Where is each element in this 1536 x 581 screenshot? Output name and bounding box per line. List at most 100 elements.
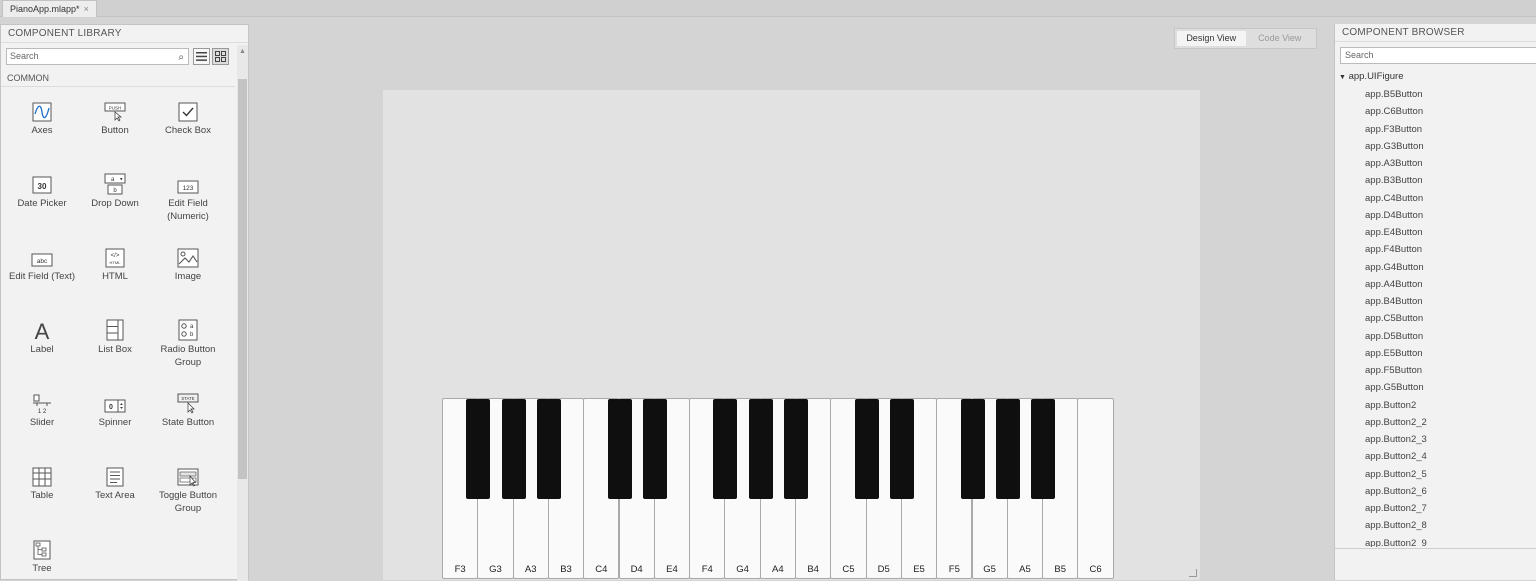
tree-item[interactable]: app.Button2_9	[1365, 538, 1427, 548]
piano-black-key[interactable]	[713, 399, 738, 499]
design-canvas[interactable]: Design View Code View F3 G3 A3 B3 C4 D4 E4 F4 G4…	[249, 17, 1334, 580]
component-date-picker[interactable]: 30 Date Picker	[5, 173, 79, 210]
tree-icon	[33, 540, 51, 560]
tree-item[interactable]: app.Button2	[1365, 400, 1416, 411]
tree-item[interactable]: app.C5Button	[1365, 313, 1423, 324]
piano-black-key[interactable]	[995, 399, 1020, 499]
tree-item[interactable]: app.Button2_6	[1365, 486, 1427, 497]
component-spinner[interactable]: 0 Spinner	[78, 392, 152, 429]
tree-item[interactable]: app.B3Button	[1365, 175, 1423, 186]
piano-key-label: D4	[630, 564, 643, 575]
component-drop-down[interactable]: a ▾ b Drop Down	[78, 173, 152, 210]
tree-root-label: app.UIFigure	[1348, 71, 1404, 82]
piano-black-key[interactable]	[501, 399, 526, 499]
library-search-input[interactable]: Search ⌕	[6, 48, 189, 65]
component-browser-panel: COMPONENT BROWSER Search ▼ app.UIFigure …	[1334, 24, 1536, 580]
piano-key-label: C4	[595, 564, 608, 575]
tree-item[interactable]: app.F3Button	[1365, 124, 1422, 135]
tree-item[interactable]: app.G3Button	[1365, 141, 1424, 152]
component-list-box[interactable]: List Box	[78, 319, 152, 356]
piano-black-key[interactable]	[889, 399, 914, 499]
component-label: Tree	[32, 563, 52, 574]
tree-root-node[interactable]: ▼ app.UIFigure	[1339, 71, 1404, 82]
tree-item[interactable]: app.Button2_8	[1365, 520, 1427, 531]
component-table[interactable]: Table	[5, 465, 79, 502]
list-view-button[interactable]	[193, 48, 210, 65]
tree-item[interactable]: app.A3Button	[1365, 158, 1423, 169]
state-button-icon: STATE	[177, 393, 199, 414]
numeric-text: 123	[183, 185, 194, 192]
tree-item[interactable]: app.D4Button	[1365, 210, 1423, 221]
piano-black-key[interactable]	[960, 399, 985, 499]
tree-item[interactable]: app.C4Button	[1365, 193, 1423, 204]
piano-black-key[interactable]	[642, 399, 667, 499]
component-state-button[interactable]: STATE State Button	[151, 392, 225, 429]
piano-key-c6[interactable]: C6	[1077, 398, 1114, 579]
component-label: Axes	[31, 125, 53, 136]
library-scroll-thumb[interactable]	[238, 79, 247, 479]
close-tab-icon[interactable]: ×	[84, 1, 89, 17]
tree-item[interactable]: app.F5Button	[1365, 365, 1422, 376]
piano-black-key[interactable]	[536, 399, 561, 499]
tree-item[interactable]: app.G5Button	[1365, 382, 1424, 393]
component-label: Spinner	[98, 417, 132, 428]
search-icon[interactable]: ⌕	[178, 50, 184, 65]
scroll-up-icon[interactable]: ▲	[239, 48, 246, 55]
component-button[interactable]: PUSH Button	[78, 100, 152, 137]
piano-black-key[interactable]	[1031, 399, 1056, 499]
component-edit-field-text[interactable]: abc Edit Field (Text)	[5, 246, 79, 283]
tree-item[interactable]: app.E5Button	[1365, 348, 1423, 359]
piano-black-key[interactable]	[854, 399, 879, 499]
piano-black-key[interactable]	[466, 399, 491, 499]
tree-item[interactable]: app.F4Button	[1365, 244, 1422, 255]
tree-item[interactable]: app.A4Button	[1365, 279, 1423, 290]
component-radio-button-group[interactable]: ab Radio Button Group	[151, 319, 225, 369]
browser-search-input[interactable]: Search	[1340, 47, 1536, 64]
document-tab-title: PianoApp.mlapp*	[10, 4, 80, 14]
tree-item[interactable]: app.Button2_7	[1365, 503, 1427, 514]
component-check-box[interactable]: Check Box	[151, 100, 225, 137]
tree-item[interactable]: app.Button2_2	[1365, 417, 1427, 428]
toggle-group-icon	[177, 468, 199, 487]
grid-view-button[interactable]	[212, 48, 229, 65]
component-html[interactable]: </> HTML HTML	[78, 246, 152, 283]
textarea-icon	[106, 467, 124, 487]
numeric-field-icon: 123	[177, 180, 199, 194]
tree-item[interactable]: app.D5Button	[1365, 331, 1423, 342]
piano-black-key[interactable]	[784, 399, 808, 499]
tree-item[interactable]: app.Button2_3	[1365, 434, 1427, 445]
component-tree[interactable]: Tree	[5, 538, 79, 575]
component-slider[interactable]: 1 2 Slider	[5, 392, 79, 429]
dropdown-icon: a ▾b	[104, 173, 126, 195]
design-view-button[interactable]: Design View	[1177, 31, 1246, 46]
ui-figure[interactable]: F3 G3 A3 B3 C4 D4 E4 F4 G4 A4 B4 C5 D5 E5 F5 G5 A5 B5 C6	[383, 90, 1200, 580]
component-text-area[interactable]: Text Area	[78, 465, 152, 502]
library-scrollbar[interactable]: ▲	[237, 45, 248, 581]
spinner-icon: 0	[104, 399, 126, 413]
piano-black-key[interactable]	[607, 399, 632, 499]
piano-black-key[interactable]	[748, 399, 773, 499]
component-axes[interactable]: Axes	[5, 100, 79, 137]
component-label[interactable]: A Label	[5, 319, 79, 356]
component-image[interactable]: Image	[151, 246, 225, 283]
tree-item[interactable]: app.Button2_4	[1365, 451, 1427, 462]
tree-item[interactable]: app.B4Button	[1365, 296, 1423, 307]
tree-item[interactable]: app.C6Button	[1365, 106, 1423, 117]
tree-item[interactable]: app.B5Button	[1365, 89, 1423, 100]
tree-item[interactable]: app.Button2_5	[1365, 469, 1427, 480]
piano-key-label: G4	[736, 564, 749, 575]
component-toggle-button-group[interactable]: Toggle Button Group	[151, 465, 225, 515]
expand-arrow-icon[interactable]: ▼	[1339, 74, 1346, 81]
piano-key-label: D5	[877, 564, 890, 575]
radio-group-icon: ab	[178, 319, 198, 341]
code-view-button[interactable]: Code View	[1246, 31, 1315, 46]
component-edit-field-numeric[interactable]: 123 Edit Field (Numeric)	[151, 173, 225, 223]
view-toggle: Design View Code View	[1174, 28, 1317, 49]
document-tab[interactable]: PianoApp.mlapp* ×	[2, 0, 97, 17]
state-text: STATE	[181, 396, 194, 401]
calendar-icon: 30	[32, 176, 52, 194]
tree-item[interactable]: app.G4Button	[1365, 262, 1424, 273]
checkbox-icon	[178, 102, 198, 122]
tree-item[interactable]: app.E4Button	[1365, 227, 1423, 238]
figure-resize-grip[interactable]	[1189, 569, 1197, 577]
